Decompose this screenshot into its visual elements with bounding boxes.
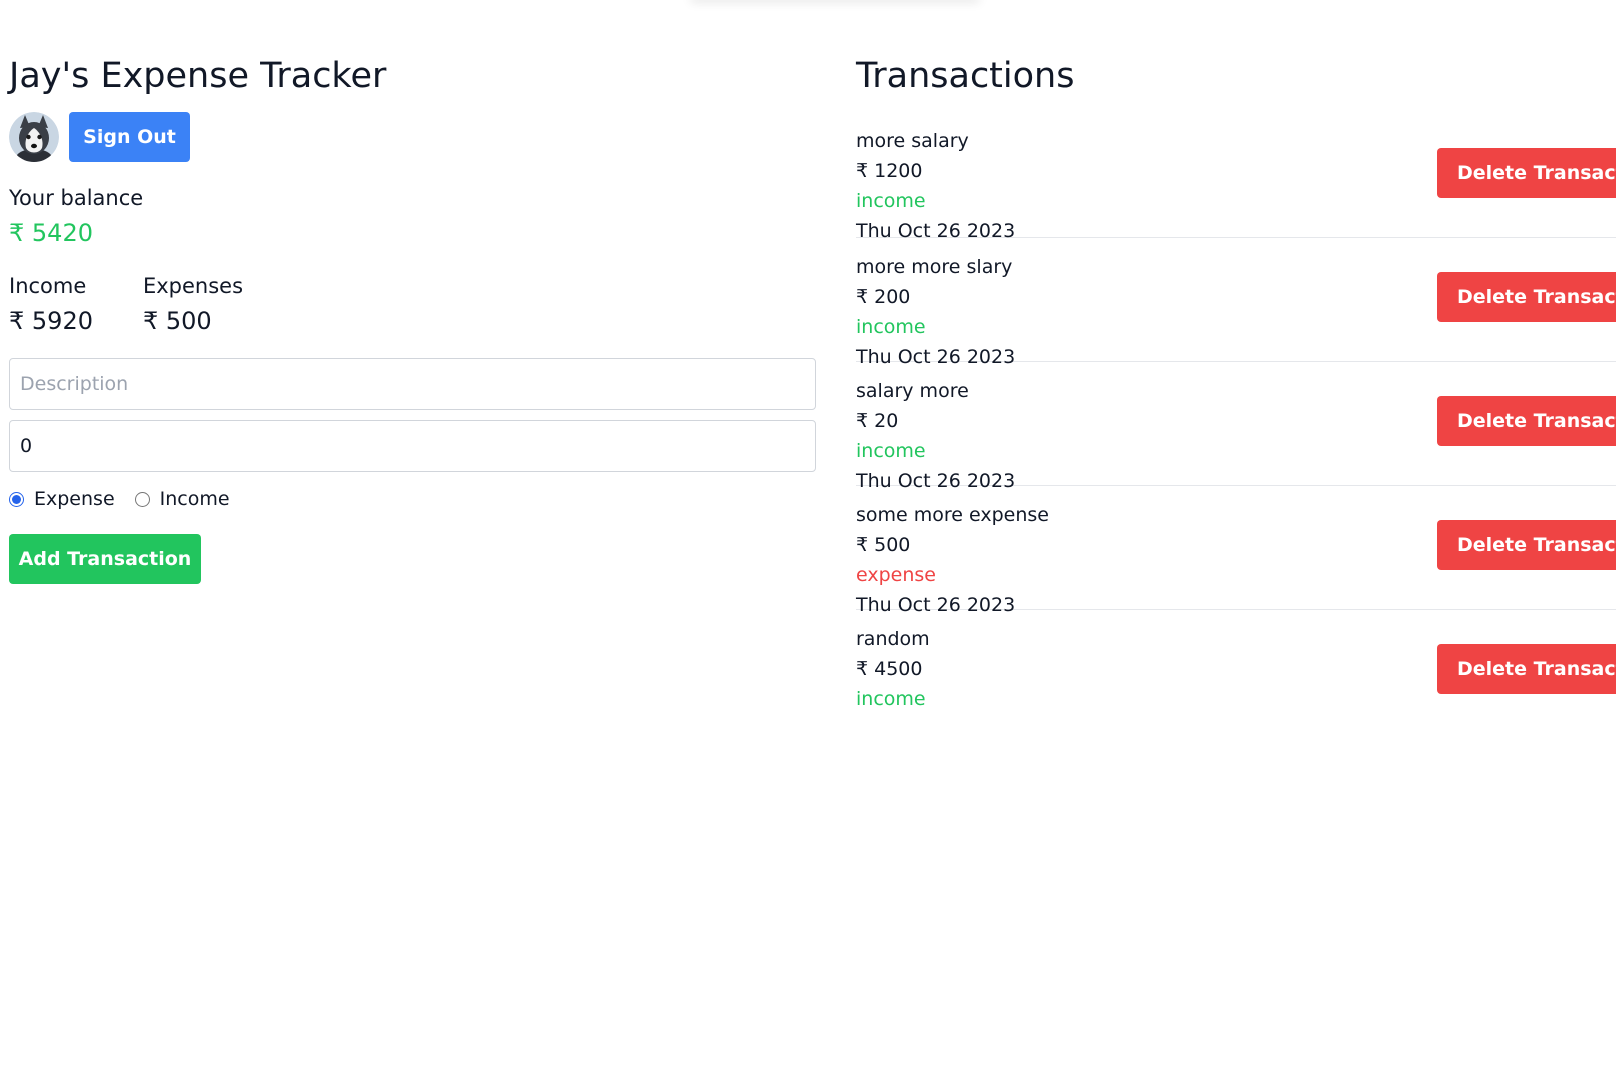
radio-expense-option[interactable]: Expense <box>9 488 115 510</box>
radio-income-option[interactable]: Income <box>134 488 230 510</box>
delete-transaction-button[interactable]: Delete Transaction <box>1437 396 1616 446</box>
delete-transaction-button[interactable]: Delete Transaction <box>1437 272 1616 322</box>
add-transaction-button[interactable]: Add Transaction <box>9 534 201 584</box>
delete-transaction-button[interactable]: Delete Transaction <box>1437 520 1616 570</box>
delete-transaction-button[interactable]: Delete Transaction <box>1437 148 1616 198</box>
expenses-value: ₹ 500 <box>142 307 212 335</box>
transaction-item: more more slary ₹ 200 income Thu Oct 26 … <box>856 238 1616 368</box>
amount-input[interactable] <box>9 420 816 472</box>
user-row: Sign Out <box>9 112 816 162</box>
balance-label: Your balance <box>9 186 144 210</box>
delete-transaction-button[interactable]: Delete Transaction <box>1437 644 1616 694</box>
type-radio-group: Expense Income <box>9 486 816 512</box>
income-value: ₹ 5920 <box>9 307 93 335</box>
transactions-panel: Transactions more salary ₹ 1200 income T… <box>856 52 1616 734</box>
app-title: Jay's Expense Tracker <box>9 56 387 96</box>
radio-expense-label: Expense <box>34 488 115 510</box>
tracker-panel: Jay's Expense Tracker Sign Out Your bala… <box>9 52 816 584</box>
income-label: Income <box>9 274 87 298</box>
transaction-item: salary more ₹ 20 income Thu Oct 26 2023 … <box>856 362 1616 492</box>
balance-value: ₹ 5420 <box>9 219 93 247</box>
expenses-label: Expenses <box>142 274 244 298</box>
expenses-summary: Expenses ₹ 500 <box>143 272 243 336</box>
transaction-list: more salary ₹ 1200 income Thu Oct 26 202… <box>856 114 1616 734</box>
transaction-item: random ₹ 4500 income Delete Transaction <box>856 610 1616 734</box>
transaction-item: more salary ₹ 1200 income Thu Oct 26 202… <box>856 114 1616 242</box>
description-input[interactable] <box>9 358 816 410</box>
transactions-title: Transactions <box>856 56 1075 96</box>
husky-avatar-icon <box>9 112 59 162</box>
transaction-item: some more expense ₹ 500 expense Thu Oct … <box>856 486 1616 616</box>
page: Jay's Expense Tracker Sign Out Your bala… <box>0 0 1616 1080</box>
sign-out-button[interactable]: Sign Out <box>69 112 190 162</box>
radio-income[interactable] <box>134 491 150 507</box>
radio-income-label: Income <box>159 488 230 510</box>
radio-expense[interactable] <box>9 491 24 507</box>
income-expense-summary: Income ₹ 5920 Expenses ₹ 500 <box>9 272 816 336</box>
income-summary: Income ₹ 5920 <box>9 272 93 336</box>
